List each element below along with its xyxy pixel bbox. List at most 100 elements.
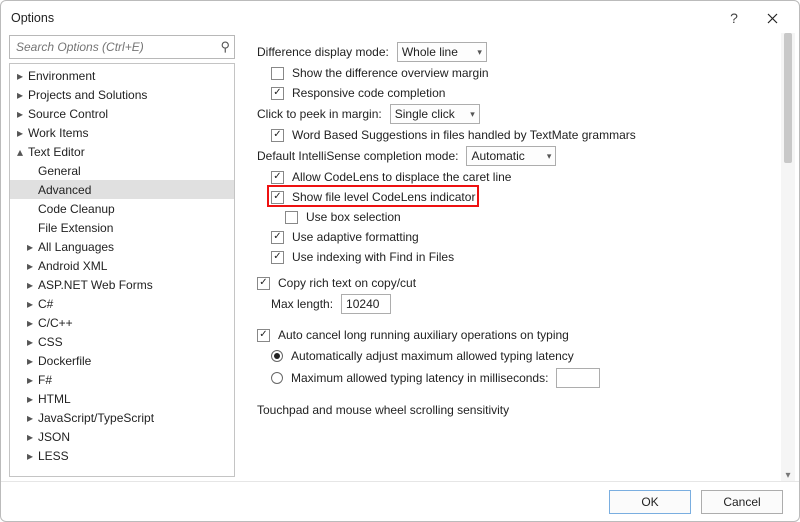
tree-item-selected[interactable]: Advanced	[10, 180, 234, 199]
ok-button[interactable]: OK	[609, 490, 691, 514]
responsive-completion-row[interactable]: Responsive code completion	[271, 83, 777, 103]
scroll-down-icon[interactable]: ▾	[781, 470, 795, 481]
use-box-selection-checkbox[interactable]	[285, 211, 298, 224]
search-input[interactable]	[14, 39, 220, 55]
tree-item[interactable]: ▸JavaScript/TypeScript	[10, 408, 234, 427]
tree-item-label: HTML	[38, 392, 71, 406]
auto-cancel-row[interactable]: Auto cancel long running auxiliary opera…	[257, 325, 777, 345]
use-indexing-fif-checkbox[interactable]	[271, 251, 284, 264]
chevron-right-icon[interactable]: ▸	[24, 336, 36, 348]
max-length-label: Max length:	[271, 297, 333, 311]
tree-item[interactable]: ▸Android XML	[10, 256, 234, 275]
tree-container: ▸Environment▸Projects and Solutions▸Sour…	[9, 63, 235, 477]
chevron-right-icon[interactable]: ▸	[24, 241, 36, 253]
chevron-down-icon: ▾	[470, 109, 475, 120]
tree-item[interactable]: ▸C/C++	[10, 313, 234, 332]
auto-cancel-checkbox[interactable]	[257, 329, 270, 342]
tree-item[interactable]: ▸JSON	[10, 427, 234, 446]
close-button[interactable]	[753, 5, 791, 31]
tree-item-label: Environment	[28, 69, 95, 83]
tree-item[interactable]: ▴Text Editor	[10, 142, 234, 161]
tree-item[interactable]: ▸Projects and Solutions	[10, 85, 234, 104]
tree-item[interactable]: ▸CSS	[10, 332, 234, 351]
chevron-right-icon[interactable]: ▸	[24, 412, 36, 424]
tree-item[interactable]: ▸All Languages	[10, 237, 234, 256]
copy-rich-text-row[interactable]: Copy rich text on copy/cut	[257, 273, 777, 293]
tree-item-label: All Languages	[38, 240, 114, 254]
tree-item[interactable]: ▸LESS	[10, 446, 234, 465]
tree-item[interactable]: ▸Environment	[10, 66, 234, 85]
tree-item[interactable]: ▸Source Control	[10, 104, 234, 123]
tree-item[interactable]: ▸Work Items	[10, 123, 234, 142]
chevron-right-icon[interactable]: ▸	[14, 127, 26, 139]
chevron-right-icon[interactable]: ▸	[24, 450, 36, 462]
word-based-label: Word Based Suggestions in files handled …	[292, 128, 636, 142]
chevron-right-icon[interactable]: ▸	[24, 279, 36, 291]
diff-mode-row: Difference display mode: Whole line ▾	[257, 41, 777, 63]
tree-item-label: F#	[38, 373, 52, 387]
click-peek-dropdown[interactable]: Single click ▾	[390, 104, 480, 124]
radio-max-latency-row[interactable]: Maximum allowed typing latency in millis…	[271, 367, 777, 389]
use-box-selection-row[interactable]: Use box selection	[285, 207, 777, 227]
tree-item[interactable]: ▸C#	[10, 294, 234, 313]
allow-codelens-row[interactable]: Allow CodeLens to displace the caret lin…	[271, 167, 777, 187]
word-based-checkbox[interactable]	[271, 129, 284, 142]
use-adaptive-fmt-checkbox[interactable]	[271, 231, 284, 244]
tree-item-label: Code Cleanup	[38, 202, 115, 216]
options-tree[interactable]: ▸Environment▸Projects and Solutions▸Sour…	[10, 64, 234, 476]
tree-item[interactable]: General	[10, 161, 234, 180]
word-based-row[interactable]: Word Based Suggestions in files handled …	[271, 125, 777, 145]
chevron-right-icon[interactable]: ▸	[24, 355, 36, 367]
titlebar: Options ?	[1, 1, 799, 31]
tree-item[interactable]: ▸HTML	[10, 389, 234, 408]
intellisense-value: Automatic	[471, 149, 540, 163]
use-adaptive-fmt-row[interactable]: Use adaptive formatting	[271, 227, 777, 247]
chevron-right-icon[interactable]: ▸	[14, 70, 26, 82]
use-indexing-fif-row[interactable]: Use indexing with Find in Files	[271, 247, 777, 267]
copy-rich-text-checkbox[interactable]	[257, 277, 270, 290]
tree-item-label: LESS	[38, 449, 69, 463]
tree-item-label: JavaScript/TypeScript	[38, 411, 154, 425]
allow-codelens-checkbox[interactable]	[271, 171, 284, 184]
max-latency-field[interactable]	[556, 368, 600, 388]
chevron-right-icon[interactable]: ▸	[14, 89, 26, 101]
settings-pane: Difference display mode: Whole line ▾ Sh…	[241, 31, 799, 483]
touchpad-row: Touchpad and mouse wheel scrolling sensi…	[257, 399, 777, 421]
tree-item-label: CSS	[38, 335, 63, 349]
settings-scrollbar[interactable]: ▾	[781, 33, 795, 481]
tree-item[interactable]: ▸ASP.NET Web Forms	[10, 275, 234, 294]
cancel-button[interactable]: Cancel	[701, 490, 783, 514]
chevron-right-icon[interactable]: ▸	[24, 317, 36, 329]
tree-item-label: General	[38, 164, 81, 178]
chevron-right-icon[interactable]: ▸	[24, 431, 36, 443]
show-file-codelens-label: Show file level CodeLens indicator	[292, 190, 475, 204]
chevron-right-icon[interactable]: ▸	[24, 393, 36, 405]
show-file-codelens-row[interactable]: Show file level CodeLens indicator	[271, 187, 777, 207]
show-diff-overview-checkbox[interactable]	[271, 67, 284, 80]
help-button[interactable]: ?	[715, 5, 753, 31]
tree-item[interactable]: ▸Dockerfile	[10, 351, 234, 370]
tree-item[interactable]: Code Cleanup	[10, 199, 234, 218]
chevron-right-icon[interactable]: ▸	[24, 374, 36, 386]
chevron-down-icon: ▾	[547, 151, 552, 162]
close-icon	[767, 13, 778, 24]
chevron-right-icon[interactable]: ▸	[14, 108, 26, 120]
radio-auto-adjust[interactable]	[271, 350, 283, 362]
chevron-right-icon[interactable]: ▸	[24, 298, 36, 310]
diff-mode-dropdown[interactable]: Whole line ▾	[397, 42, 487, 62]
radio-max-latency[interactable]	[271, 372, 283, 384]
tree-item-label: C#	[38, 297, 53, 311]
chevron-right-icon[interactable]: ▸	[24, 260, 36, 272]
intellisense-dropdown[interactable]: Automatic ▾	[466, 146, 556, 166]
responsive-completion-checkbox[interactable]	[271, 87, 284, 100]
tree-item[interactable]: ▸F#	[10, 370, 234, 389]
radio-auto-adjust-row[interactable]: Automatically adjust maximum allowed typ…	[271, 345, 777, 367]
show-file-codelens-checkbox[interactable]	[271, 191, 284, 204]
max-length-field[interactable]: 10240	[341, 294, 391, 314]
left-pane: ⚲ ▸Environment▸Projects and Solutions▸So…	[1, 31, 241, 483]
show-diff-overview-row[interactable]: Show the difference overview margin	[271, 63, 777, 83]
chevron-down-icon[interactable]: ▴	[14, 146, 26, 158]
tree-item-label: Android XML	[38, 259, 107, 273]
search-box[interactable]: ⚲	[9, 35, 235, 59]
tree-item[interactable]: File Extension	[10, 218, 234, 237]
